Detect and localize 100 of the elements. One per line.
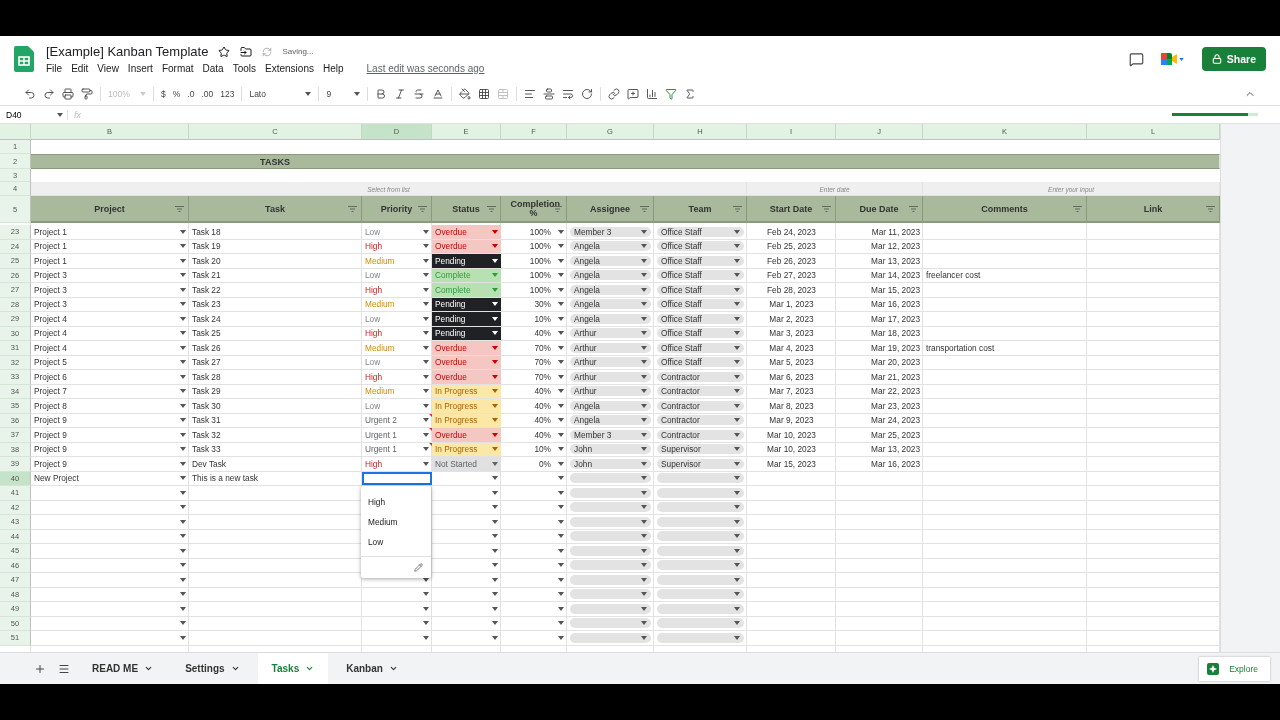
dropdown-caret-icon[interactable]	[558, 635, 564, 640]
dropdown-caret-icon[interactable]	[558, 403, 564, 408]
dropdown-caret-icon[interactable]	[423, 302, 429, 307]
sheets-logo-icon[interactable]	[14, 46, 34, 72]
status-chip[interactable]: Overdue	[432, 225, 501, 240]
dropdown-caret-icon[interactable]	[558, 621, 564, 626]
filter-icon[interactable]	[418, 205, 427, 212]
menu-item[interactable]: View	[97, 63, 119, 74]
dropdown-caret-icon[interactable]	[423, 229, 429, 234]
dropdown-caret-icon[interactable]	[180, 374, 186, 379]
team-chip[interactable]: Office Staff	[657, 328, 744, 339]
dropdown-caret-icon[interactable]	[180, 519, 186, 524]
dropdown-caret-icon[interactable]	[558, 592, 564, 597]
dropdown-caret-icon[interactable]	[423, 374, 429, 379]
dropdown-caret-icon[interactable]	[558, 432, 564, 437]
team-chip[interactable]: Office Staff	[657, 255, 744, 266]
dropdown-caret-icon[interactable]	[492, 621, 498, 626]
dropdown-caret-icon[interactable]	[558, 258, 564, 263]
team-chip[interactable]: Contractor	[657, 400, 744, 411]
dropdown-caret-icon[interactable]	[180, 432, 186, 437]
dropdown-caret-icon[interactable]	[558, 316, 564, 321]
dropdown-caret-icon[interactable]	[423, 389, 429, 394]
dropdown-caret-icon[interactable]	[558, 273, 564, 278]
strikethrough-icon[interactable]	[413, 87, 426, 100]
dropdown-caret-icon[interactable]	[180, 447, 186, 452]
dropdown-caret-icon[interactable]	[492, 476, 498, 481]
menu-item[interactable]: Data	[202, 63, 224, 74]
dropdown-caret-icon[interactable]	[180, 490, 186, 495]
dropdown-caret-icon[interactable]	[423, 287, 429, 292]
assignee-chip[interactable]: Arthur	[570, 357, 651, 368]
assignee-chip[interactable]: Angela	[570, 400, 651, 411]
dropdown-caret-icon[interactable]	[423, 592, 429, 597]
dropdown-caret-icon[interactable]	[423, 635, 429, 640]
assignee-chip[interactable]: Arthur	[570, 371, 651, 382]
dropdown-caret-icon[interactable]	[558, 287, 564, 292]
dropdown-caret-icon[interactable]	[180, 505, 186, 510]
sheet-tab[interactable]: Kanban	[332, 653, 412, 684]
assignee-chip[interactable]: Angela	[570, 270, 651, 281]
team-chip[interactable]: Supervisor	[657, 444, 744, 455]
dropdown-caret-icon[interactable]	[423, 331, 429, 336]
link-icon[interactable]	[608, 87, 621, 100]
assignee-chip[interactable]: Member 3	[570, 226, 651, 237]
dropdown-caret-icon[interactable]	[423, 418, 429, 423]
dropdown-caret-icon[interactable]	[558, 548, 564, 553]
comments-icon[interactable]	[1128, 51, 1144, 67]
menu-item[interactable]: Format	[161, 63, 194, 74]
document-title[interactable]: [Example] Kanban Template	[46, 44, 209, 59]
dropdown-caret-icon[interactable]	[558, 244, 564, 249]
percent-format[interactable]: %	[172, 88, 181, 99]
assignee-chip[interactable]: Angela	[570, 415, 651, 426]
print-icon[interactable]	[62, 87, 74, 100]
dropdown-caret-icon[interactable]	[558, 447, 564, 452]
assignee-chip[interactable]: Arthur	[570, 386, 651, 397]
dropdown-caret-icon[interactable]	[180, 461, 186, 466]
assignee-chip[interactable]: Angela	[570, 299, 651, 310]
filter-icon[interactable]	[175, 205, 184, 212]
number-format-select[interactable]: 123	[220, 88, 235, 99]
menu-item[interactable]: Tools	[232, 63, 257, 74]
dropdown-caret-icon[interactable]	[492, 316, 498, 321]
dropdown-caret-icon[interactable]	[180, 592, 186, 597]
star-icon[interactable]	[218, 45, 231, 58]
dropdown-caret-icon[interactable]	[558, 331, 564, 336]
status-chip[interactable]: Pending	[432, 254, 501, 269]
dropdown-caret-icon[interactable]	[558, 360, 564, 365]
increase-decimal[interactable]: .00	[201, 88, 214, 99]
dropdown-caret-icon[interactable]	[558, 461, 564, 466]
sheet-tab[interactable]: Tasks	[257, 653, 329, 684]
dropdown-caret-icon[interactable]	[492, 490, 498, 495]
dropdown-caret-icon[interactable]	[180, 273, 186, 278]
dropdown-caret-icon[interactable]	[180, 534, 186, 539]
dropdown-caret-icon[interactable]	[180, 606, 186, 611]
dropdown-caret-icon[interactable]	[180, 577, 186, 582]
status-chip[interactable]: Overdue	[432, 428, 501, 443]
dropdown-caret-icon[interactable]	[180, 418, 186, 423]
dropdown-caret-icon[interactable]	[423, 244, 429, 249]
dropdown-caret-icon[interactable]	[180, 345, 186, 350]
team-chip[interactable]: Supervisor	[657, 458, 744, 469]
dropdown-caret-icon[interactable]	[558, 418, 564, 423]
folder-icon[interactable]	[240, 45, 253, 58]
dropdown-caret-icon[interactable]	[558, 476, 564, 481]
text-color-icon[interactable]	[432, 87, 445, 100]
caret-icon[interactable]	[388, 664, 398, 673]
menu-item[interactable]: Insert	[127, 63, 153, 74]
filter-icon[interactable]	[487, 205, 496, 212]
merge-cells-icon[interactable]	[497, 87, 510, 100]
font-size-select[interactable]: 9	[326, 88, 361, 99]
dropdown-caret-icon[interactable]	[180, 563, 186, 568]
borders-icon[interactable]	[478, 87, 491, 100]
team-chip[interactable]: Office Staff	[657, 357, 744, 368]
dropdown-caret-icon[interactable]	[423, 273, 429, 278]
filter-icon[interactable]	[733, 205, 742, 212]
dropdown-caret-icon[interactable]	[180, 244, 186, 249]
dropdown-caret-icon[interactable]	[558, 345, 564, 350]
team-chip[interactable]: Office Staff	[657, 342, 744, 353]
assignee-chip[interactable]: John	[570, 444, 651, 455]
dropdown-caret-icon[interactable]	[423, 621, 429, 626]
dropdown-caret-icon[interactable]	[423, 447, 429, 452]
team-chip[interactable]: Office Staff	[657, 284, 744, 295]
dropdown-caret-icon[interactable]	[423, 258, 429, 263]
redo-icon[interactable]	[43, 87, 55, 100]
